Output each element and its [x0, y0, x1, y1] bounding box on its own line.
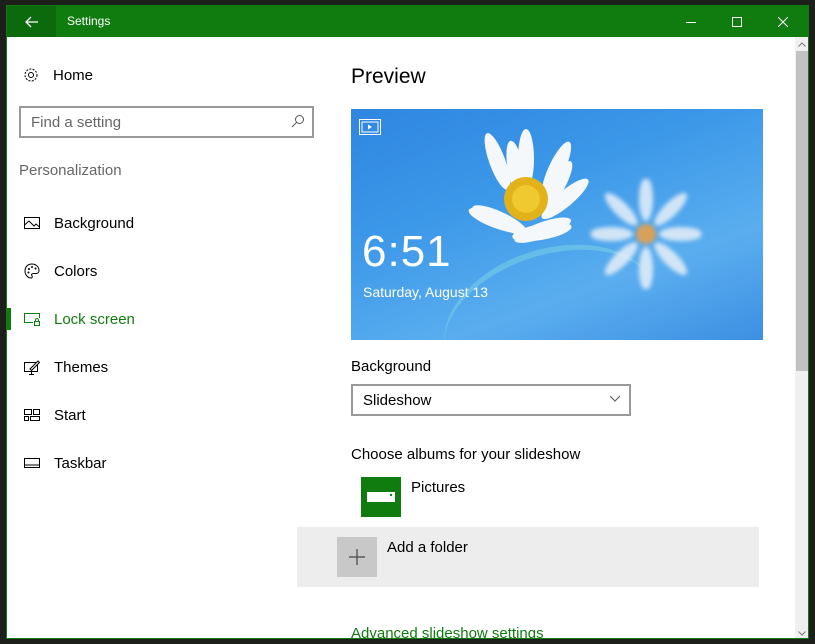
lock-screen-date: Saturday, August 13	[363, 284, 489, 300]
minimize-icon	[686, 21, 696, 23]
scroll-thumb[interactable]	[796, 51, 808, 371]
sidebar-item-background[interactable]: Background	[7, 201, 327, 245]
albums-label: Choose albums for your slideshow	[351, 446, 581, 463]
themes-icon	[24, 360, 41, 375]
advanced-slideshow-settings-link[interactable]: Advanced slideshow settings	[351, 625, 544, 638]
back-button[interactable]	[7, 6, 56, 37]
sidebar: Home Personalization Background Colors	[7, 37, 327, 638]
search-input[interactable]	[21, 108, 301, 136]
sidebar-item-themes[interactable]: Themes	[7, 345, 327, 389]
gear-icon	[24, 68, 38, 82]
window-title: Settings	[67, 14, 111, 28]
start-icon	[24, 409, 40, 421]
background-dropdown[interactable]: Slideshow	[351, 384, 631, 416]
minimize-button[interactable]	[668, 6, 714, 37]
picture-icon	[24, 217, 40, 229]
sidebar-home[interactable]: Home	[23, 64, 93, 86]
vertical-scrollbar[interactable]	[795, 37, 808, 638]
chevron-down-icon	[798, 630, 806, 636]
settings-window: Settings Home Personalization	[6, 5, 809, 639]
scroll-down-button[interactable]	[795, 626, 808, 638]
sidebar-item-label: Start	[54, 406, 86, 424]
search-box[interactable]	[19, 106, 314, 138]
section-label: Personalization	[19, 162, 122, 179]
sidebar-item-colors[interactable]: Colors	[7, 249, 327, 293]
add-folder-button[interactable]: Add a folder	[297, 527, 759, 587]
maximize-button[interactable]	[714, 6, 760, 37]
page-title: Preview	[351, 65, 426, 88]
chevron-up-icon	[798, 41, 806, 47]
add-folder-label: Add a folder	[387, 539, 468, 556]
background-label: Background	[351, 358, 432, 375]
lock-screen-icon	[24, 313, 40, 326]
daisy-flower-image	[468, 129, 589, 243]
palette-icon	[24, 263, 40, 279]
sidebar-item-label: Lock screen	[54, 310, 135, 328]
lock-screen-time: 6:51	[362, 227, 452, 276]
scroll-up-button[interactable]	[795, 37, 808, 51]
title-bar: Settings	[7, 6, 808, 37]
blurred-daisy-image	[591, 179, 701, 289]
taskbar-icon	[24, 458, 40, 468]
sidebar-item-lock-screen[interactable]: Lock screen	[7, 297, 327, 341]
album-name: Pictures	[411, 479, 466, 496]
sidebar-item-label: Taskbar	[54, 454, 107, 472]
back-arrow-icon	[24, 16, 38, 27]
chevron-down-icon	[609, 395, 621, 402]
search-icon[interactable]	[291, 114, 305, 128]
maximize-icon	[732, 16, 742, 27]
lock-screen-preview: 6:51 Saturday, August 13	[351, 109, 763, 340]
sidebar-item-label: Background	[54, 214, 135, 232]
sidebar-item-label: Colors	[54, 262, 98, 280]
selection-indicator	[7, 308, 11, 330]
background-dropdown-value: Slideshow	[363, 392, 432, 409]
pictures-folder-icon	[361, 477, 401, 517]
close-icon	[778, 16, 788, 27]
plus-icon	[337, 537, 377, 577]
close-button[interactable]	[760, 6, 806, 37]
home-label: Home	[53, 66, 94, 84]
main-content: Preview 6:51 Saturday, August 13 Backgro…	[297, 37, 795, 638]
slideshow-icon	[359, 119, 381, 135]
sidebar-item-taskbar[interactable]: Taskbar	[7, 441, 327, 485]
sidebar-item-label: Themes	[54, 358, 109, 376]
sidebar-item-start[interactable]: Start	[7, 393, 327, 437]
